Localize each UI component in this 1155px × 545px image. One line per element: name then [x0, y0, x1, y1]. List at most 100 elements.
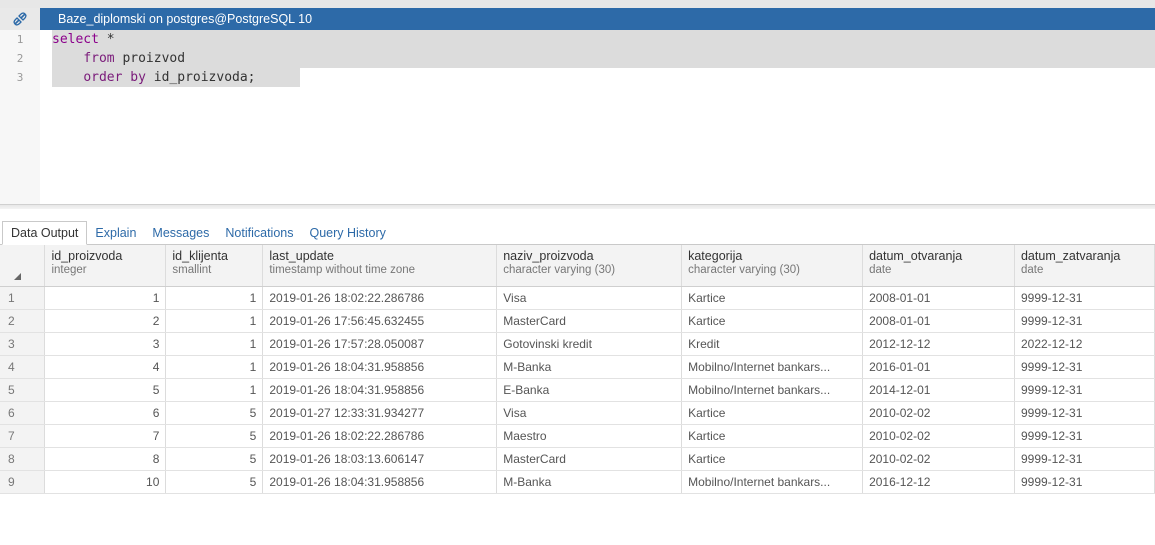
connection-icon[interactable] — [0, 8, 40, 30]
cell-datum_otvaranja[interactable]: 2008-01-01 — [862, 286, 1015, 310]
cell-naziv_proizvoda[interactable]: MasterCard — [496, 447, 683, 471]
cell-kategorija[interactable]: Mobilno/Internet bankars... — [681, 470, 864, 494]
row-number[interactable]: 4 — [0, 355, 46, 379]
cell-id_proizvoda[interactable]: 7 — [44, 424, 167, 448]
table-row[interactable]: 4 4 1 2019-01-26 18:04:31.958856 M-Banka Mobi… — [0, 355, 1155, 379]
cell-datum_zatvaranja[interactable]: 2022-12-12 — [1014, 332, 1155, 356]
cell-id_proizvoda[interactable]: 4 — [44, 355, 167, 379]
cell-kategorija[interactable]: Kartice — [681, 286, 864, 310]
code-line[interactable]: select * — [52, 30, 1155, 49]
cell-id_klijenta[interactable]: 1 — [165, 286, 264, 310]
sql-code[interactable]: select * from proizvod order by id_proiz… — [52, 30, 1155, 87]
cell-id_proizvoda[interactable]: 2 — [44, 309, 167, 333]
cell-datum_otvaranja[interactable]: 2016-01-01 — [862, 355, 1015, 379]
row-number[interactable]: 1 — [0, 286, 46, 310]
cell-datum_otvaranja[interactable]: 2016-12-12 — [862, 470, 1015, 494]
row-number[interactable]: 5 — [0, 378, 46, 402]
cell-id_klijenta[interactable]: 1 — [165, 309, 264, 333]
cell-datum_zatvaranja[interactable]: 9999-12-31 — [1014, 401, 1155, 425]
cell-datum_zatvaranja[interactable]: 9999-12-31 — [1014, 309, 1155, 333]
cell-id_klijenta[interactable]: 5 — [165, 470, 264, 494]
cell-datum_otvaranja[interactable]: 2008-01-01 — [862, 309, 1015, 333]
tab-messages[interactable]: Messages — [144, 226, 217, 244]
cell-id_proizvoda[interactable]: 6 — [44, 401, 167, 425]
code-line[interactable]: order by id_proizvoda; — [52, 68, 300, 87]
tab-notifications[interactable]: Notifications — [217, 226, 301, 244]
cell-naziv_proizvoda[interactable]: MasterCard — [496, 309, 683, 333]
cell-kategorija[interactable]: Kartice — [681, 401, 864, 425]
row-number[interactable]: 2 — [0, 309, 46, 333]
cell-naziv_proizvoda[interactable]: M-Banka — [496, 470, 683, 494]
column-header-kategorija[interactable]: kategorija character varying (30) — [681, 245, 864, 287]
cell-id_klijenta[interactable]: 1 — [165, 378, 264, 402]
cell-kategorija[interactable]: Kartice — [681, 424, 864, 448]
row-number[interactable]: 6 — [0, 401, 46, 425]
tab-query-history[interactable]: Query History — [301, 226, 393, 244]
column-header-datum_zatvaranja[interactable]: datum_zatvaranja date — [1014, 245, 1155, 287]
cell-last_update[interactable]: 2019-01-26 18:04:31.958856 — [262, 355, 498, 379]
cell-last_update[interactable]: 2019-01-26 17:57:28.050087 — [262, 332, 498, 356]
table-row[interactable]: 7 7 5 2019-01-26 18:02:22.286786 Maestro Kart… — [0, 424, 1155, 448]
cell-datum_otvaranja[interactable]: 2010-02-02 — [862, 447, 1015, 471]
cell-id_klijenta[interactable]: 5 — [165, 424, 264, 448]
tab-explain[interactable]: Explain — [87, 226, 144, 244]
cell-id_klijenta[interactable]: 5 — [165, 447, 264, 471]
cell-naziv_proizvoda[interactable]: M-Banka — [496, 355, 683, 379]
cell-kategorija[interactable]: Kredit — [681, 332, 864, 356]
cell-datum_otvaranja[interactable]: 2010-02-02 — [862, 424, 1015, 448]
cell-naziv_proizvoda[interactable]: Visa — [496, 286, 683, 310]
cell-id_proizvoda[interactable]: 5 — [44, 378, 167, 402]
cell-id_proizvoda[interactable]: 1 — [44, 286, 167, 310]
row-number[interactable]: 9 — [0, 470, 46, 494]
row-number[interactable]: 8 — [0, 447, 46, 471]
cell-kategorija[interactable]: Kartice — [681, 309, 864, 333]
cell-last_update[interactable]: 2019-01-26 18:04:31.958856 — [262, 378, 498, 402]
row-number[interactable]: 7 — [0, 424, 46, 448]
cell-last_update[interactable]: 2019-01-26 18:02:22.286786 — [262, 286, 498, 310]
column-header-id_proizvoda[interactable]: id_proizvoda integer — [44, 245, 167, 287]
table-row[interactable]: 9 10 5 2019-01-26 18:04:31.958856 M-Banka Mob… — [0, 470, 1155, 494]
table-row[interactable]: 2 2 1 2019-01-26 17:56:45.632455 MasterCard K… — [0, 309, 1155, 333]
cell-naziv_proizvoda[interactable]: Maestro — [496, 424, 683, 448]
cell-datum_otvaranja[interactable]: 2014-12-01 — [862, 378, 1015, 402]
cell-datum_otvaranja[interactable]: 2012-12-12 — [862, 332, 1015, 356]
cell-naziv_proizvoda[interactable]: Gotovinski kredit — [496, 332, 683, 356]
tab-data-output[interactable]: Data Output — [2, 221, 88, 245]
cell-id_klijenta[interactable]: 1 — [165, 332, 264, 356]
cell-last_update[interactable]: 2019-01-26 18:03:13.606147 — [262, 447, 498, 471]
cell-id_klijenta[interactable]: 1 — [165, 355, 264, 379]
cell-datum_zatvaranja[interactable]: 9999-12-31 — [1014, 355, 1155, 379]
cell-last_update[interactable]: 2019-01-26 17:56:45.632455 — [262, 309, 498, 333]
cell-last_update[interactable]: 2019-01-26 18:02:22.286786 — [262, 424, 498, 448]
panel-splitter[interactable] — [0, 205, 1155, 209]
table-row[interactable]: 1 1 1 2019-01-26 18:02:22.286786 Visa Kartice… — [0, 286, 1155, 310]
cell-last_update[interactable]: 2019-01-27 12:33:31.934277 — [262, 401, 498, 425]
column-header-id_klijenta[interactable]: id_klijenta smallint — [165, 245, 264, 287]
cell-datum_zatvaranja[interactable]: 9999-12-31 — [1014, 424, 1155, 448]
sql-editor[interactable]: 1 2 3 select * from proizvod order by id_p… — [0, 30, 1155, 205]
cell-id_proizvoda[interactable]: 8 — [44, 447, 167, 471]
cell-kategorija[interactable]: Mobilno/Internet bankars... — [681, 378, 864, 402]
cell-datum_zatvaranja[interactable]: 9999-12-31 — [1014, 286, 1155, 310]
row-number[interactable]: 3 — [0, 332, 46, 356]
column-header-last_update[interactable]: last_update timestamp without time zone — [262, 245, 498, 287]
cell-kategorija[interactable]: Kartice — [681, 447, 864, 471]
table-row[interactable]: 3 3 1 2019-01-26 17:57:28.050087 Gotovinski … — [0, 332, 1155, 356]
cell-datum_zatvaranja[interactable]: 9999-12-31 — [1014, 470, 1155, 494]
cell-datum_zatvaranja[interactable]: 9999-12-31 — [1014, 447, 1155, 471]
column-header-datum_otvaranja[interactable]: datum_otvaranja date — [862, 245, 1015, 287]
cell-id_proizvoda[interactable]: 10 — [44, 470, 167, 494]
select-all-corner[interactable] — [0, 245, 46, 287]
cell-naziv_proizvoda[interactable]: Visa — [496, 401, 683, 425]
table-row[interactable]: 6 6 5 2019-01-27 12:33:31.934277 Visa Kartice… — [0, 401, 1155, 425]
cell-id_klijenta[interactable]: 5 — [165, 401, 264, 425]
cell-kategorija[interactable]: Mobilno/Internet bankars... — [681, 355, 864, 379]
cell-datum_zatvaranja[interactable]: 9999-12-31 — [1014, 378, 1155, 402]
table-row[interactable]: 8 8 5 2019-01-26 18:03:13.606147 MasterCard K… — [0, 447, 1155, 471]
cell-naziv_proizvoda[interactable]: E-Banka — [496, 378, 683, 402]
code-line[interactable]: from proizvod — [52, 49, 1155, 68]
cell-id_proizvoda[interactable]: 3 — [44, 332, 167, 356]
cell-last_update[interactable]: 2019-01-26 18:04:31.958856 — [262, 470, 498, 494]
column-header-naziv_proizvoda[interactable]: naziv_proizvoda character varying (30) — [496, 245, 683, 287]
table-row[interactable]: 5 5 1 2019-01-26 18:04:31.958856 E-Banka Mobi… — [0, 378, 1155, 402]
